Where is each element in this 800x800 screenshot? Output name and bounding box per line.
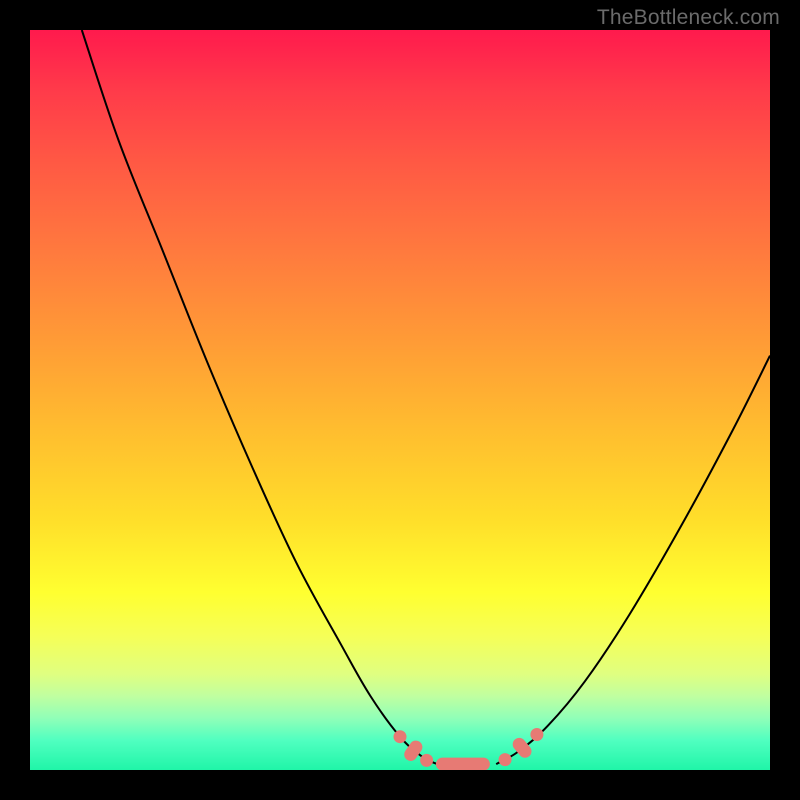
marker-dot	[499, 753, 512, 766]
marker-dot	[420, 754, 433, 767]
curve-svg	[30, 30, 770, 770]
marker-pill	[436, 758, 490, 770]
chart-frame: TheBottleneck.com	[0, 0, 800, 800]
attribution-text: TheBottleneck.com	[597, 6, 780, 30]
marker-dot	[394, 730, 407, 743]
marker-dot	[530, 728, 543, 741]
plot-area	[30, 30, 770, 770]
right-curve	[496, 356, 770, 764]
marker-group	[394, 728, 544, 770]
marker-pill	[510, 735, 534, 760]
left-curve	[82, 30, 437, 764]
